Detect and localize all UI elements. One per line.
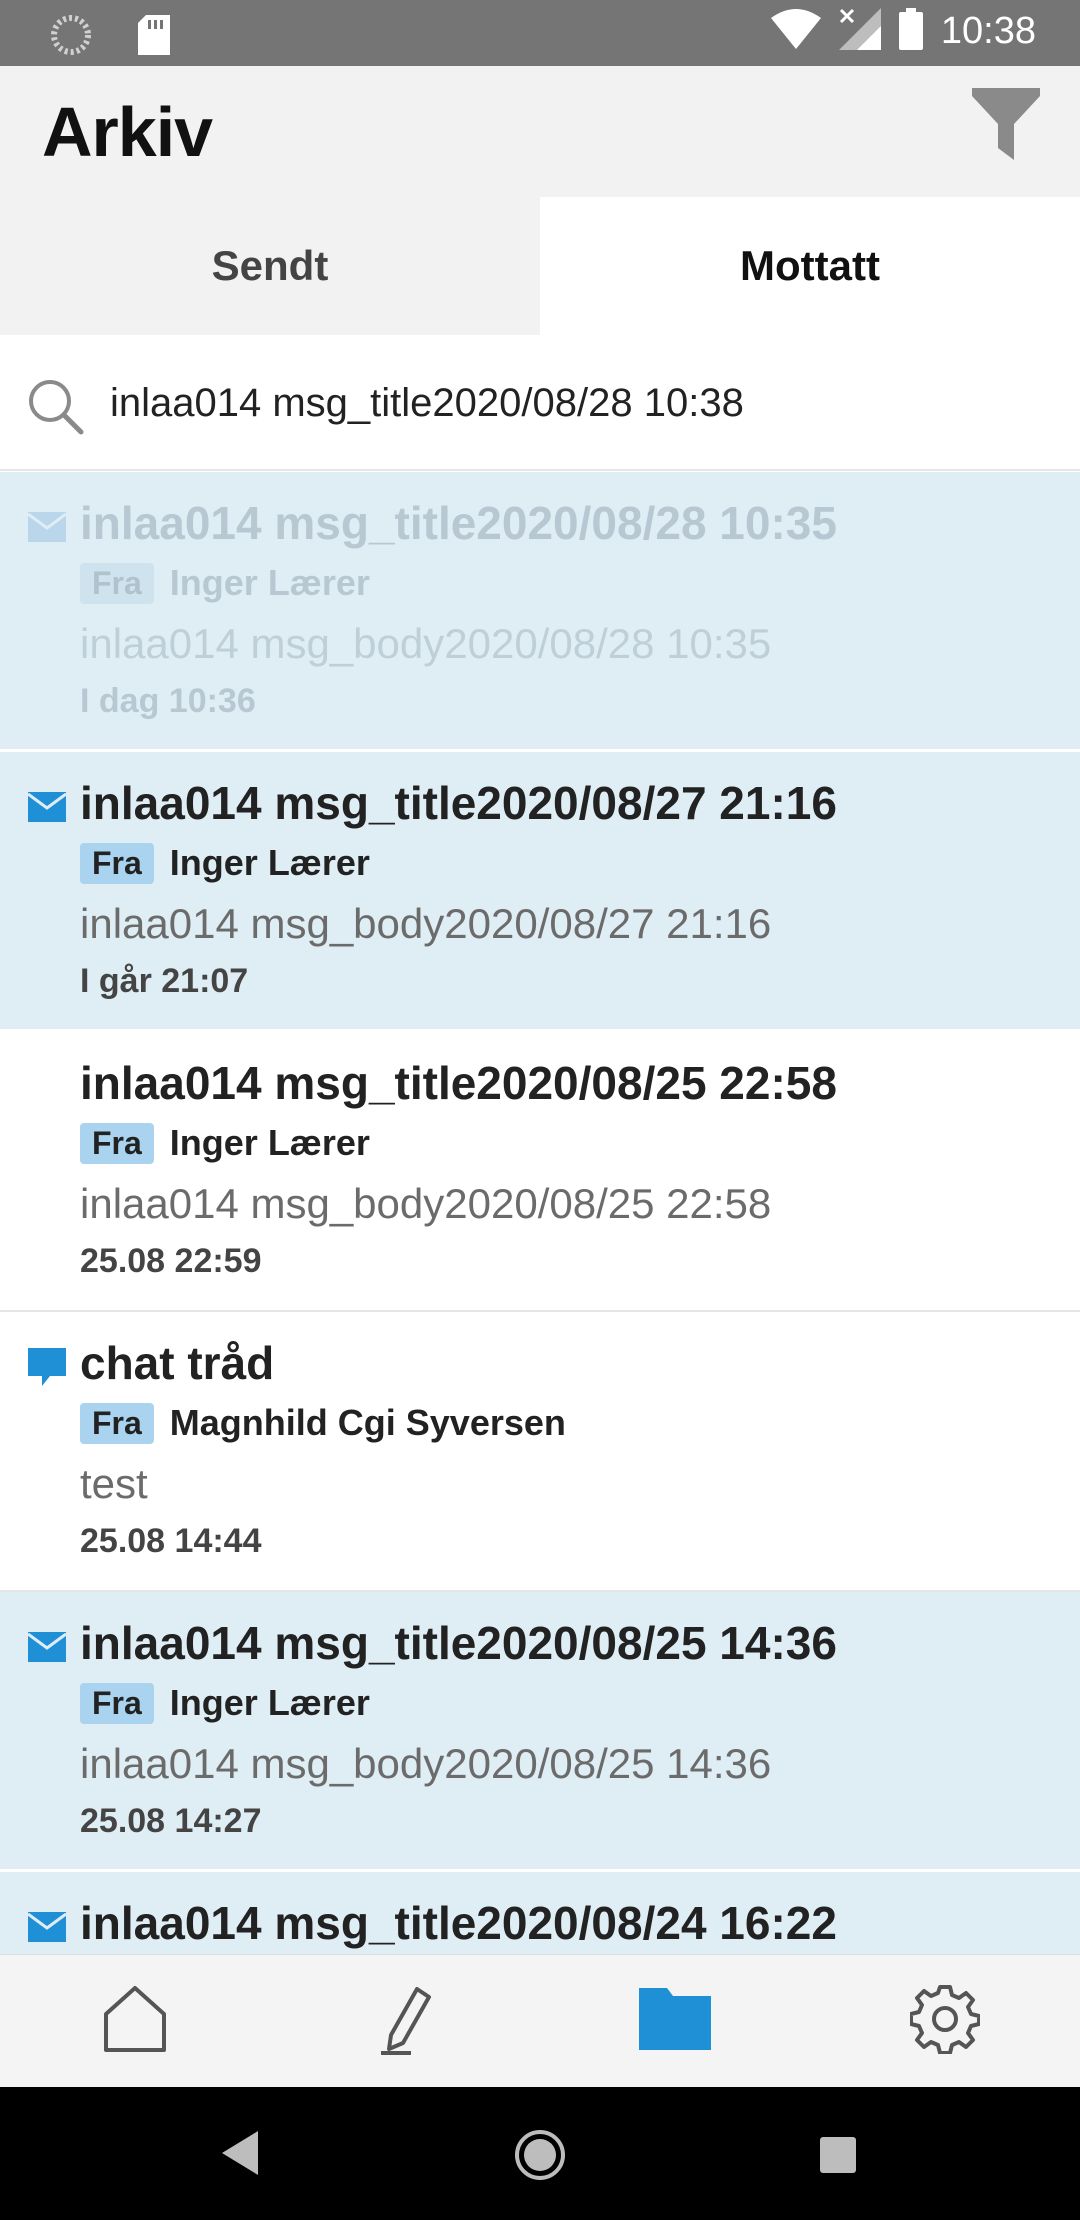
- home-circle-icon[interactable]: [514, 2129, 566, 2186]
- search-icon: [26, 377, 84, 435]
- message-date: I dag 10:36: [80, 682, 256, 720]
- from-row: Fra Magnhild Cgi Syversen: [80, 1402, 566, 1444]
- nav-compose[interactable]: [270, 1955, 540, 2087]
- message-subject: inlaa014 msg_title2020/08/28 10:35: [80, 497, 837, 549]
- signal-icon: [838, 8, 881, 55]
- back-icon[interactable]: [222, 2131, 258, 2180]
- mail-icon: [27, 512, 67, 542]
- mail-icon: [27, 792, 67, 822]
- message-subject: chat tråd: [80, 1337, 275, 1389]
- from-row: Fra Inger Lærer: [80, 842, 370, 884]
- list-item[interactable]: inlaa014 msg_title2020/08/24 16:22: [0, 1872, 1080, 1954]
- tab-bar: Sendt Mottatt: [0, 197, 1080, 335]
- search-input[interactable]: inlaa014 msg_title2020/08/28 10:38: [110, 381, 744, 426]
- message-date: 25.08 14:44: [80, 1522, 262, 1560]
- recent-apps-icon[interactable]: [820, 2137, 856, 2178]
- app-header: Arkiv: [0, 66, 1080, 197]
- list-item[interactable]: inlaa014 msg_title2020/08/28 10:35 Fra I…: [0, 472, 1080, 752]
- message-subject: inlaa014 msg_title2020/08/27 21:16: [80, 777, 837, 829]
- folder-icon: [639, 1987, 711, 2055]
- battery-icon: [898, 8, 923, 55]
- tab-sendt[interactable]: Sendt: [0, 197, 540, 335]
- from-badge: Fra: [80, 1682, 154, 1724]
- page-title: Arkiv: [42, 93, 213, 171]
- list-item[interactable]: chat tråd Fra Magnhild Cgi Syversen test…: [0, 1312, 1080, 1592]
- from-row: Fra Inger Lærer: [80, 562, 370, 604]
- filter-icon[interactable]: [972, 88, 1040, 160]
- clock: 10:38: [940, 10, 1036, 52]
- message-date: I går 21:07: [80, 962, 249, 1000]
- sd-card-icon: [138, 15, 170, 60]
- message-preview: test: [80, 1460, 148, 1507]
- from-badge: Fra: [80, 1402, 154, 1444]
- nav-archive[interactable]: [540, 1955, 810, 2087]
- message-sender: Inger Lærer: [169, 562, 370, 603]
- message-date: 25.08 22:59: [80, 1242, 262, 1280]
- message-sender: Inger Lærer: [169, 1682, 370, 1723]
- nav-settings[interactable]: [810, 1955, 1080, 2087]
- message-list: inlaa014 msg_title2020/08/28 10:35 Fra I…: [0, 472, 1080, 1954]
- bottom-nav: [0, 1954, 1080, 2087]
- from-row: Fra Inger Lærer: [80, 1682, 370, 1724]
- from-row: Fra Inger Lærer: [80, 1122, 370, 1164]
- mail-icon: [27, 1912, 67, 1942]
- wifi-icon: [770, 9, 821, 54]
- list-item[interactable]: inlaa014 msg_title2020/08/25 14:36 Fra I…: [0, 1592, 1080, 1872]
- compose-icon: [377, 1983, 433, 2060]
- from-badge: Fra: [80, 562, 154, 604]
- chat-icon: [28, 1348, 66, 1386]
- message-sender: Inger Lærer: [169, 1122, 370, 1163]
- nav-home[interactable]: [0, 1955, 270, 2087]
- mail-icon: [27, 1632, 67, 1662]
- message-sender: Inger Lærer: [169, 842, 370, 883]
- list-item[interactable]: inlaa014 msg_title2020/08/27 21:16 Fra I…: [0, 752, 1080, 1032]
- message-preview: inlaa014 msg_body2020/08/25 22:58: [80, 1180, 772, 1227]
- list-item[interactable]: inlaa014 msg_title2020/08/25 22:58 Fra I…: [0, 1032, 1080, 1312]
- settings-icon: [909, 1984, 981, 2059]
- message-date: 25.08 14:27: [80, 1802, 262, 1840]
- sync-icon: [50, 14, 92, 61]
- home-icon: [102, 1984, 168, 2059]
- status-bar: 10:38: [0, 0, 1080, 66]
- message-subject: inlaa014 msg_title2020/08/24 16:22: [80, 1897, 837, 1949]
- system-nav-bar: [0, 2087, 1080, 2220]
- message-preview: inlaa014 msg_body2020/08/27 21:16: [80, 900, 772, 947]
- from-badge: Fra: [80, 1122, 154, 1164]
- from-badge: Fra: [80, 842, 154, 884]
- message-preview: inlaa014 msg_body2020/08/28 10:35: [80, 620, 772, 667]
- search-bar[interactable]: inlaa014 msg_title2020/08/28 10:38: [0, 335, 1080, 471]
- tab-mottatt[interactable]: Mottatt: [540, 197, 1080, 335]
- message-subject: inlaa014 msg_title2020/08/25 22:58: [80, 1057, 837, 1109]
- message-preview: inlaa014 msg_body2020/08/25 14:36: [80, 1740, 772, 1787]
- message-subject: inlaa014 msg_title2020/08/25 14:36: [80, 1617, 837, 1669]
- message-sender: Magnhild Cgi Syversen: [169, 1402, 566, 1443]
